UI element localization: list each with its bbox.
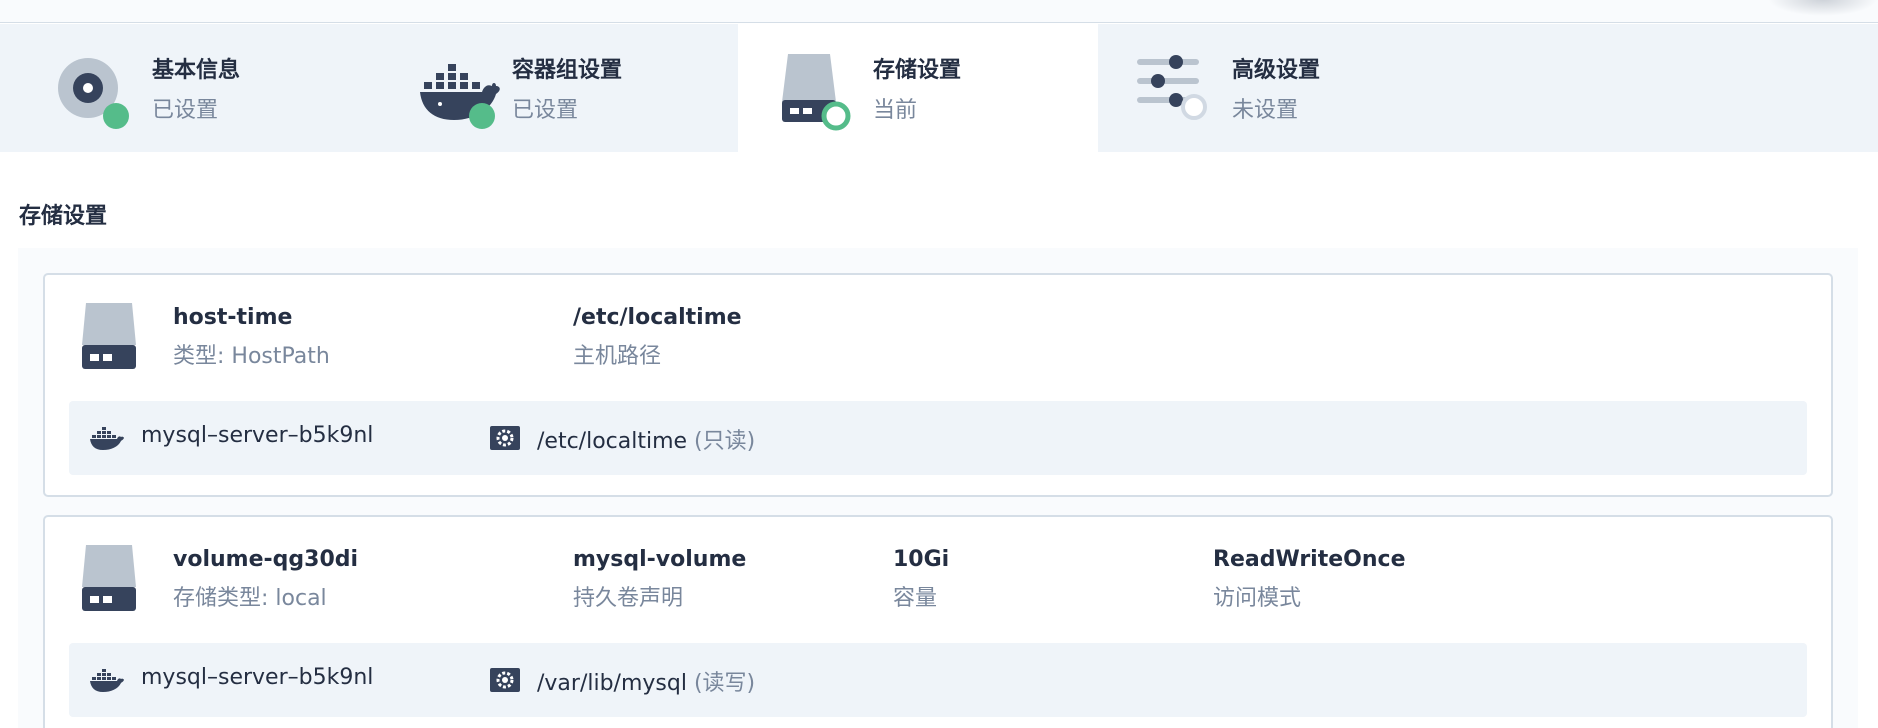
step-basic-info[interactable]: 基本信息 已设置 [0, 24, 360, 152]
step-navigation: 基本信息 已设置 容器组设置 已设置 存储设置 当前 高级设置 未设置 [0, 24, 1878, 152]
mount-mode: (读写) [693, 671, 756, 696]
step-title: 高级设置 [1232, 58, 1321, 83]
step-title: 存储设置 [873, 58, 962, 83]
volume-name: volume-qg30di [173, 547, 359, 572]
access-mode-label: 访问模式 [1213, 586, 1302, 611]
step-container-settings[interactable]: 容器组设置 已设置 [360, 24, 720, 152]
access-mode-value: ReadWriteOnce [1213, 547, 1406, 572]
mount-path-icon [490, 668, 520, 692]
access-mode-field: ReadWriteOnce 访问模式 [1213, 545, 1406, 614]
avatar-shadow [1768, 0, 1878, 16]
mount-row: mysql–server–b5k9nl /etc/localtime (只读) [69, 401, 1807, 475]
volume-type: 类型: HostPath [173, 344, 330, 369]
step-title: 基本信息 [152, 58, 241, 83]
host-path-label: 主机路径 [573, 344, 662, 369]
docker-whale-icon [420, 64, 500, 129]
step-status: 已设置 [152, 98, 219, 123]
step-status: 当前 [873, 98, 918, 123]
volume-card[interactable]: volume-qg30di 存储类型: local mysql-volume 持… [43, 515, 1833, 728]
status-pending-ring [1181, 94, 1207, 120]
volume-name-field: host-time 类型: HostPath [173, 303, 330, 372]
status-done-dot [103, 103, 129, 129]
host-path-value: /etc/localtime [573, 305, 742, 330]
docker-whale-icon [90, 427, 124, 450]
host-path-field: /etc/localtime 主机路径 [573, 303, 742, 372]
step-title: 容器组设置 [512, 58, 623, 83]
capacity-value: 10Gi [893, 547, 950, 572]
volume-name: host-time [173, 305, 293, 330]
docker-whale-icon [90, 669, 124, 692]
storage-disk-icon [782, 54, 851, 131]
mount-path-icon [490, 426, 520, 450]
info-disc-icon [58, 58, 129, 129]
step-storage-settings[interactable]: 存储设置 当前 [738, 24, 1098, 152]
step-status: 未设置 [1232, 98, 1299, 123]
top-bar [0, 0, 1878, 23]
container-name: mysql–server–b5k9nl [141, 665, 374, 690]
status-done-dot [469, 103, 495, 129]
section-title: 存储设置 [19, 204, 108, 229]
mount-path: /var/lib/mysql (读写) [537, 665, 755, 697]
capacity-field: 10Gi 容量 [893, 545, 949, 614]
step-advanced-settings[interactable]: 高级设置 未设置 [1098, 24, 1458, 152]
sliders-icon [1137, 55, 1207, 120]
mount-path: /etc/localtime (只读) [537, 423, 755, 455]
container-name: mysql–server–b5k9nl [141, 423, 374, 448]
mount-path-value: /etc/localtime [537, 429, 688, 454]
status-current-ring [821, 101, 851, 131]
volume-disk-icon [82, 545, 136, 611]
pvc-label: 持久卷声明 [573, 586, 684, 611]
capacity-label: 容量 [893, 586, 938, 611]
pvc-value: mysql-volume [573, 547, 747, 572]
volume-type: 存储类型: local [173, 586, 327, 611]
volume-card[interactable]: host-time 类型: HostPath /etc/localtime 主机… [43, 273, 1833, 497]
pvc-field: mysql-volume 持久卷声明 [573, 545, 746, 614]
mount-mode: (只读) [694, 429, 756, 454]
mount-row: mysql–server–b5k9nl /var/lib/mysql (读写) [69, 643, 1807, 717]
mount-path-value: /var/lib/mysql [537, 671, 687, 696]
step-status: 已设置 [512, 98, 579, 123]
volume-disk-icon [82, 303, 136, 369]
volume-name-field: volume-qg30di 存储类型: local [173, 545, 358, 614]
